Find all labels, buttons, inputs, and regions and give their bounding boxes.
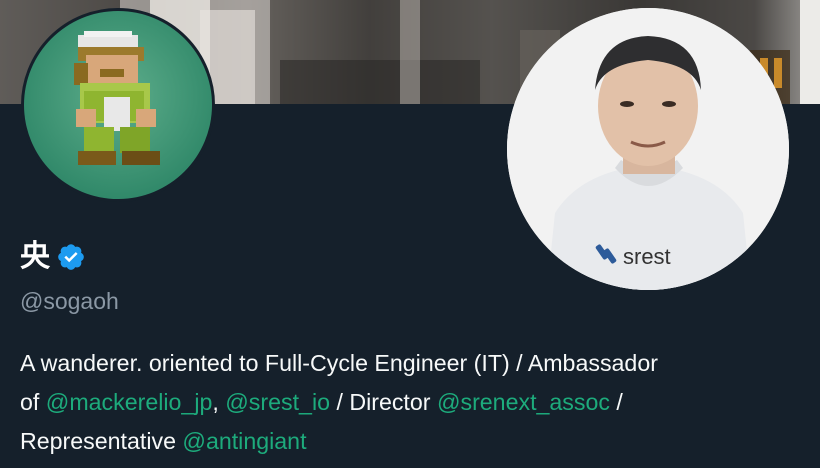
mention-link-srest[interactable]: @srest_io — [225, 389, 330, 415]
bio-text-slash: / — [609, 389, 623, 415]
username-handle: @sogaoh — [20, 288, 119, 314]
mention-link-mackerelio[interactable]: @mackerelio_jp — [46, 389, 213, 415]
name-row: 央 — [20, 240, 86, 274]
bio-line-2: of @mackerelio_jp, @srest_io / Director … — [20, 383, 800, 422]
bio-text-representative: Representative — [20, 428, 183, 454]
bio-line-3: Representative @antingiant — [20, 422, 800, 461]
profile-header: srest 央 @sogaoh A wanderer. oriented to … — [0, 0, 820, 468]
account-avatar[interactable] — [21, 8, 215, 202]
verified-badge-icon[interactable] — [56, 242, 86, 272]
profile-bio: A wanderer. oriented to Full-Cycle Engin… — [20, 344, 800, 461]
bio-text-comma: , — [212, 389, 226, 415]
display-name: 央 — [20, 240, 50, 273]
bio-text-director: / Director — [330, 389, 437, 415]
bio-text-of: of — [20, 389, 46, 415]
mention-link-antingiant[interactable]: @antingiant — [182, 428, 306, 454]
mention-link-srenext[interactable]: @srenext_assoc — [437, 389, 610, 415]
shirt-logo-text: srest — [623, 244, 671, 269]
person-photo: srest — [507, 8, 789, 290]
profile-photo-avatar[interactable]: srest — [507, 8, 789, 290]
bio-line-1: A wanderer. oriented to Full-Cycle Engin… — [20, 350, 658, 376]
pixel-character-avatar — [24, 11, 212, 199]
